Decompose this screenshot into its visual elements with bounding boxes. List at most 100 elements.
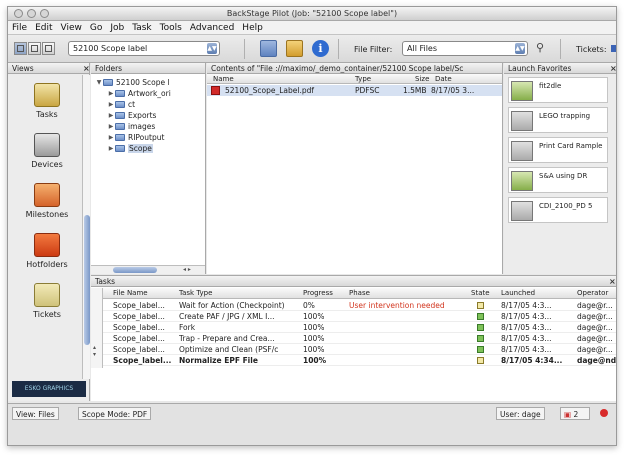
disclosure-closed-icon[interactable]: ▶ [107,90,115,97]
disclosure-closed-icon[interactable]: ▶ [107,134,115,141]
view-item-tasks[interactable]: Tasks [8,83,86,119]
list-icon [31,45,38,52]
favorite-item[interactable]: fit2dle [508,77,608,103]
tasks-scrollbar[interactable]: ▴ ▾ [91,288,103,368]
col-file-name[interactable]: File Name [113,289,148,297]
disclosure-open-icon[interactable]: ▼ [95,79,103,86]
columns-icon [45,45,52,52]
favorite-item[interactable]: CDI_2100_PD 5 [508,197,608,223]
col-name[interactable]: Name [213,75,234,83]
col-size[interactable]: Size [415,75,429,83]
workflow-icon [511,201,533,221]
file-filter-value: All Files [407,44,438,53]
favorite-item[interactable]: Print Card Rample [508,137,608,163]
job-select[interactable]: 52100 Scope label ▲▼ [68,41,220,56]
job-select-value: 52100 Scope label [73,44,148,53]
disclosure-closed-icon[interactable]: ▶ [107,145,115,152]
menu-job[interactable]: Job [110,23,124,33]
view-mode-list-button[interactable] [28,42,41,55]
task-row[interactable]: Scope_label... Create PAF / JPG / XML I.… [91,311,616,322]
devices-icon [34,133,60,157]
tree-root[interactable]: ▼ 52100 Scope l [95,77,170,88]
tree-item[interactable]: ▶ images [107,121,156,132]
menu-help[interactable]: Help [242,23,263,33]
disclosure-closed-icon[interactable]: ▶ [107,112,115,119]
tickets-icon[interactable] [611,45,616,52]
view-item-milestones[interactable]: Milestones [8,183,86,219]
alert-icon[interactable] [600,409,608,417]
app-window: BackStage Pilot (Job: "52100 Scope label… [7,6,617,446]
disclosure-closed-icon[interactable]: ▶ [107,123,115,130]
view-item-hotfolders[interactable]: Hotfolders [8,233,86,269]
scroll-arrows-icon[interactable]: ▴ ▾ [93,344,96,358]
folder-icon [115,134,125,141]
col-phase[interactable]: Phase [349,289,370,297]
menu-file[interactable]: File [12,23,27,33]
views-scrollbar[interactable] [82,75,90,379]
task-row[interactable]: Scope_label... Normalize EPF File 100% 8… [91,355,616,366]
tree-item[interactable]: ▶ Artwork_ori [107,88,171,99]
state-done-icon [477,335,484,342]
task-row[interactable]: Scope_label... Optimize and Clean (PSF/c… [91,344,616,355]
close-views-icon[interactable]: × [83,64,90,73]
scroll-arrows-icon[interactable]: ◂ ▸ [183,266,191,273]
search-icon[interactable]: ⚲ [536,42,548,54]
menu-tools[interactable]: Tools [160,23,182,33]
contents-pane: Contents of "File ://maximo/_demo_contai… [207,63,503,274]
col-task-type[interactable]: Task Type [179,289,212,297]
status-scope-mode: Scope Mode: PDF [78,407,152,420]
task-row[interactable]: Scope_label... Wait for Action (Checkpoi… [91,300,616,311]
tree-item[interactable]: ▶ ct [107,99,135,110]
view-mode-icons-button[interactable] [14,42,27,55]
status-ticket-count[interactable]: ▣ 2 [560,407,590,420]
task-row[interactable]: Scope_label... Trap - Prepare and Crea..… [91,333,616,344]
view-mode-columns-button[interactable] [42,42,55,55]
close-launch-icon[interactable]: × [610,64,616,73]
toolbar: 52100 Scope label ▲▼ i File Filter: All … [8,35,616,63]
menu-view[interactable]: View [61,23,82,33]
folder-icon [103,79,113,86]
col-progress[interactable]: Progress [303,289,333,297]
col-date[interactable]: Date [435,75,452,83]
folders-hscrollbar[interactable]: ◂ ▸ [91,265,205,274]
favorite-item[interactable]: LEGO trapping [508,107,608,133]
view-item-tickets[interactable]: Tickets [8,283,86,319]
tree-item[interactable]: ▶ Exports [107,110,157,121]
close-tasks-icon[interactable]: × [609,277,616,286]
state-done-icon [477,313,484,320]
info-icon[interactable]: i [312,40,329,57]
folders-hscroll-thumb[interactable] [113,267,157,273]
views-pane: Views × Tasks Devices Milestones Hotfold… [8,63,90,401]
tree-item-selected[interactable]: ▶ Scope [107,143,153,154]
col-state[interactable]: State [471,289,490,297]
job-setup-icon[interactable] [286,40,303,57]
file-filter-label: File Filter: [354,45,393,54]
menu-task[interactable]: Task [132,23,151,33]
launch-header: Launch Favorites [504,63,616,74]
open-job-folder-icon[interactable] [260,40,277,57]
disclosure-closed-icon[interactable]: ▶ [107,101,115,108]
favorite-item[interactable]: S&A using DR [508,167,608,193]
workflow-icon [511,81,533,101]
view-item-devices[interactable]: Devices [8,133,86,169]
contents-header: Contents of "File ://maximo/_demo_contai… [207,63,502,74]
col-launched[interactable]: Launched [501,289,535,297]
menu-bar: File Edit View Go Job Task Tools Advance… [8,21,616,35]
col-operator[interactable]: Operator [577,289,608,297]
file-row[interactable]: 52100_Scope_Label.pdf PDFSC 1.5MB 8/17/0… [207,85,502,96]
menu-advanced[interactable]: Advanced [190,23,234,33]
tree-item[interactable]: ▶ RIPoutput [107,132,165,143]
folder-icon [115,123,125,130]
task-row[interactable]: Scope_label... Fork 100% 8/17/05 4:3... … [91,322,616,333]
tasks-column-header: File Name Task Type Progress Phase State… [91,288,616,299]
views-scroll-thumb[interactable] [84,215,90,345]
file-filter-select[interactable]: All Files ▲▼ [402,41,528,56]
menu-go[interactable]: Go [90,23,102,33]
folders-pane: Folders ▼ 52100 Scope l ▶ Artwork_ori ▶ … [91,63,206,274]
state-done-icon [477,324,484,331]
window-title: BackStage Pilot (Job: "52100 Scope label… [226,9,398,18]
workflow-icon [511,141,533,161]
select-arrows-icon: ▲▼ [207,43,217,54]
col-type[interactable]: Type [355,75,371,83]
menu-edit[interactable]: Edit [35,23,52,33]
